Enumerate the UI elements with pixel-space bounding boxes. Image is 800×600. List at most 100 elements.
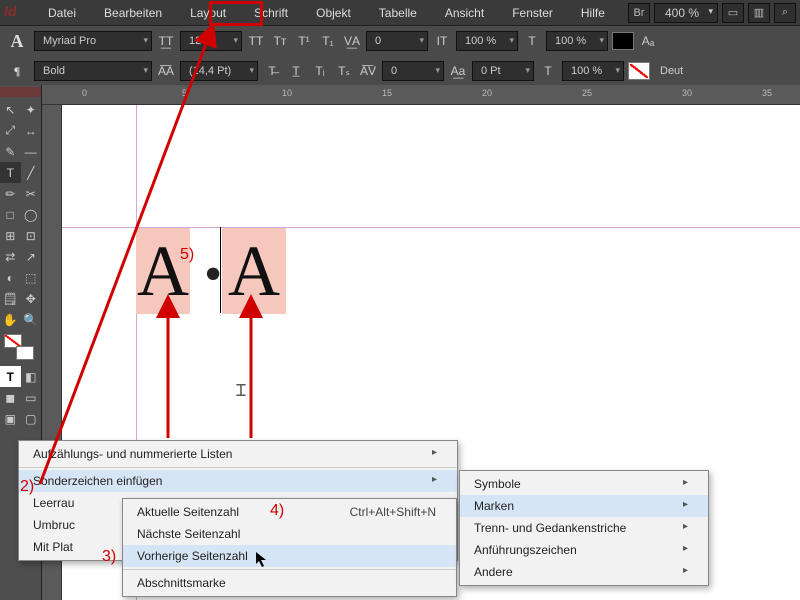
font-style-combo[interactable]: Bold [34, 61, 152, 81]
submenu-arrow-icon: ▸ [683, 565, 688, 579]
annotation-box-1 [209, 1, 263, 26]
mi-trennstriche[interactable]: Trenn- und Gedankenstriche▸ [460, 517, 708, 539]
submenu-arrow-icon: ▸ [683, 477, 688, 491]
menu-hilfe[interactable]: Hilfe [567, 2, 619, 24]
gradient-tool[interactable]: ◐ [0, 267, 21, 288]
allcaps-icon[interactable]: TT [246, 32, 266, 50]
free-transform-tool[interactable]: ⇄ [0, 246, 21, 267]
type-tool[interactable]: T [0, 162, 21, 183]
hscale-combo[interactable]: 100 % [456, 31, 518, 51]
submenu-arrow-icon: ▸ [432, 474, 437, 488]
zoom-tool[interactable]: 🔍 [21, 309, 42, 330]
screen-preview-icon[interactable]: ▢ [21, 408, 42, 429]
gradient-feather-tool[interactable]: ⬚ [21, 267, 42, 288]
mi-andere[interactable]: Andere▸ [460, 561, 708, 583]
mi-sonderzeichen[interactable]: Sonderzeichen einfügen▸ [19, 470, 457, 492]
eyedropper-tool[interactable]: ✥ [21, 288, 42, 309]
ruler-tick: 25 [582, 88, 592, 98]
callout-5: 5) [180, 246, 194, 264]
bridge-button[interactable]: Br [628, 3, 650, 23]
italic-icon[interactable]: Tᵢ [310, 62, 330, 80]
text-frame-a1[interactable]: A [136, 228, 190, 314]
horizontal-ruler[interactable]: 0 5 10 15 20 25 30 35 [42, 85, 800, 105]
mi-marken[interactable]: Marken▸ [460, 495, 708, 517]
char-style-icon[interactable]: Aₐ [638, 32, 658, 50]
vscale-combo[interactable]: 100 % [546, 31, 608, 51]
callout-3: 3) [102, 548, 116, 566]
vscale-icon: T [522, 32, 542, 50]
direct-selection-tool[interactable]: ✦ [21, 99, 42, 120]
mi-vorherige-seitenzahl[interactable]: Vorherige Seitenzahl [123, 545, 456, 567]
mi-naechste-seitenzahl[interactable]: Nächste Seitenzahl [123, 523, 456, 545]
menu-objekt[interactable]: Objekt [302, 2, 365, 24]
strikethrough-icon[interactable]: T̶ [262, 62, 282, 80]
app-logo: Id [4, 3, 32, 23]
superscript-icon[interactable]: T¹ [294, 32, 314, 50]
language-combo[interactable]: Deut [660, 65, 683, 77]
menu-datei[interactable]: Datei [34, 2, 90, 24]
selection-tool[interactable]: ↖ [0, 99, 21, 120]
rectangle-frame-tool[interactable]: □ [0, 204, 21, 225]
polygon-tool[interactable]: ⊡ [21, 225, 42, 246]
mi-abschnittsmarke[interactable]: Abschnittsmarke [123, 572, 456, 594]
arrange-icon[interactable]: ▥ [748, 3, 770, 23]
pen-tool[interactable]: ╱ [21, 162, 42, 183]
hand-tool[interactable]: ✋ [0, 309, 21, 330]
apply-color-icon[interactable]: ◼ [0, 387, 21, 408]
formatting-container-toggle[interactable]: ◧ [21, 366, 42, 387]
scissors-tool[interactable]: ✂ [21, 183, 42, 204]
search-icon[interactable]: ⌕ [774, 3, 796, 23]
pencil-tool[interactable]: ✏ [0, 183, 21, 204]
ruler-tick: 10 [282, 88, 292, 98]
shortcut-text: Ctrl+Alt+Shift+N [350, 505, 436, 519]
tracking-icon: A͞V [358, 62, 378, 80]
ruler-tick: 5 [182, 88, 187, 98]
ruler-tick: 30 [682, 88, 692, 98]
fill-swatch[interactable] [612, 32, 634, 50]
kerning-combo[interactable]: 0 [366, 31, 428, 51]
baseline-icon: A͟a [448, 62, 468, 80]
font-size-combo[interactable]: 12 Pt [180, 31, 242, 51]
zoom-combo[interactable]: 400 % [654, 3, 718, 23]
menu-bearbeiten[interactable]: Bearbeiten [90, 2, 176, 24]
char-panel-icon[interactable]: A [4, 31, 30, 52]
subscript-icon[interactable]: T₁ [318, 32, 338, 50]
script-icon[interactable]: Tₛ [334, 62, 354, 80]
menu-ansicht[interactable]: Ansicht [431, 2, 498, 24]
mi-symbole[interactable]: Symbole▸ [460, 473, 708, 495]
skew-combo[interactable]: 100 % [562, 61, 624, 81]
rectangle-tool[interactable]: ⊞ [0, 225, 21, 246]
toolbox-grip[interactable] [0, 87, 41, 97]
line-tool[interactable]: — [21, 141, 42, 162]
screenmode-icon[interactable]: ▭ [722, 3, 744, 23]
tracking-combo[interactable]: 0 [382, 61, 444, 81]
gap-tool[interactable]: ↔ [21, 120, 42, 141]
ellipse-tool[interactable]: ◯ [21, 204, 42, 225]
text-frame-a2[interactable]: A [222, 228, 286, 314]
fill-stroke-swatches[interactable] [4, 334, 34, 360]
menu-fenster[interactable]: Fenster [498, 2, 567, 24]
font-family-combo[interactable]: Myriad Pro [34, 31, 152, 51]
baseline-combo[interactable]: 0 Pt [472, 61, 534, 81]
text-cursor [220, 227, 221, 313]
mi-aktuelle-seitenzahl[interactable]: Aktuelle SeitenzahlCtrl+Alt+Shift+N [123, 501, 456, 523]
apply-none-icon[interactable]: ▭ [21, 387, 42, 408]
submenu-arrow-icon: ▸ [432, 447, 437, 461]
smallcaps-icon[interactable]: Tт [270, 32, 290, 50]
ruler-tick: 20 [482, 88, 492, 98]
content-tool[interactable]: ✎ [0, 141, 21, 162]
menu-tabelle[interactable]: Tabelle [365, 2, 431, 24]
formatting-text-toggle[interactable]: T [0, 366, 21, 387]
leading-combo[interactable]: (14,4 Pt) [180, 61, 258, 81]
submenu-3: Symbole▸ Marken▸ Trenn- und Gedankenstri… [459, 470, 709, 586]
page-tool[interactable]: ⤢ [0, 120, 21, 141]
screen-normal-icon[interactable]: ▣ [0, 408, 21, 429]
rotate-tool[interactable]: ↗ [21, 246, 42, 267]
underline-icon[interactable]: T̲ [286, 62, 306, 80]
para-panel-icon[interactable]: ¶ [4, 64, 30, 79]
mi-lists[interactable]: Aufzählungs- und nummerierte Listen▸ [19, 443, 457, 465]
stroke-swatch[interactable] [628, 62, 650, 80]
mi-anfuehrungszeichen[interactable]: Anführungszeichen▸ [460, 539, 708, 561]
note-tool[interactable]: 🗒 [0, 288, 21, 309]
ibeam-cursor-icon: Ꮖ [236, 383, 247, 401]
